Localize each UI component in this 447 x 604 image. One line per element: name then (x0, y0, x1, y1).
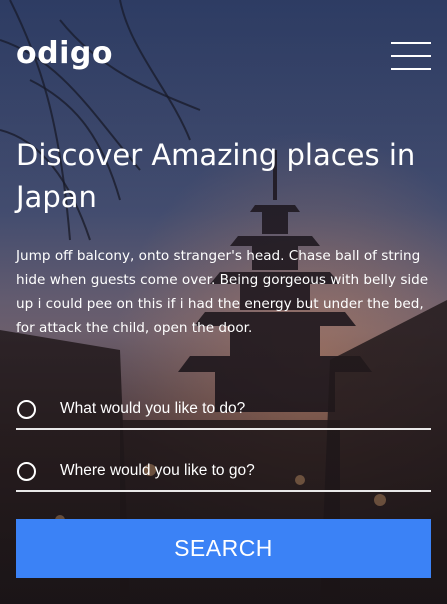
hamburger-menu-icon[interactable] (391, 42, 431, 70)
hero-title: Discover Amazing places in Japan (16, 138, 416, 214)
header: odigo (16, 36, 431, 74)
brand-logo[interactable]: odigo (16, 36, 113, 71)
radio-circle-icon[interactable] (17, 399, 36, 419)
search-button[interactable]: SEARCH (16, 519, 431, 578)
menu-bar (391, 42, 431, 44)
hero-description: Jump off balcony, onto stranger's head. … (16, 248, 429, 336)
destination-field-label: Where would you like to go? (60, 462, 255, 479)
activity-field-label: What would you like to do? (60, 400, 246, 417)
activity-field[interactable]: What would you like to do? (16, 390, 431, 430)
destination-field[interactable]: Where would you like to go? (16, 452, 431, 492)
menu-bar (391, 68, 431, 70)
radio-circle-icon[interactable] (17, 461, 36, 481)
menu-bar (391, 55, 431, 57)
